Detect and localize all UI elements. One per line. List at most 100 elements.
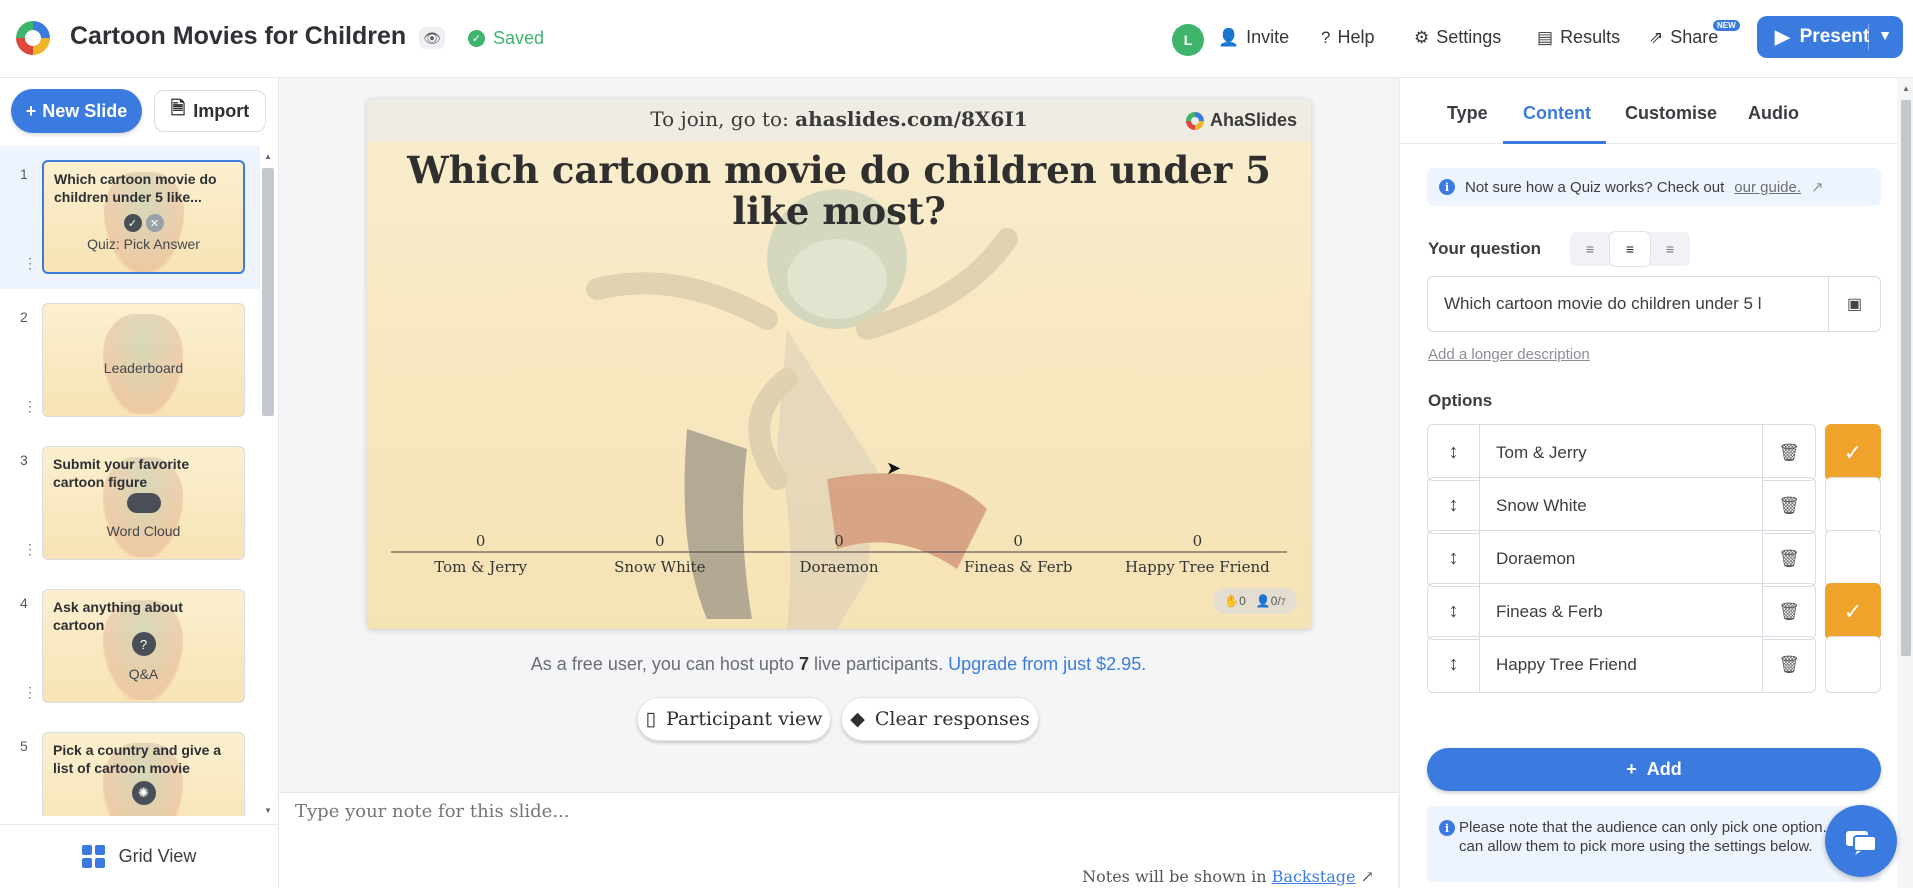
more-icon[interactable]: ⋮ bbox=[23, 685, 37, 699]
tab-content[interactable]: Content bbox=[1523, 103, 1591, 124]
option-input[interactable] bbox=[1479, 530, 1763, 587]
share-button[interactable]: ⇗ Share bbox=[1649, 27, 1718, 48]
option-input[interactable] bbox=[1479, 477, 1763, 534]
trash-icon[interactable]: 🗑 bbox=[1762, 636, 1816, 693]
tab-audio[interactable]: Audio bbox=[1748, 103, 1799, 124]
slide-item-4[interactable]: 4 ⋮ Ask anything about cartoon ? Q&A bbox=[0, 575, 260, 718]
drag-handle-icon[interactable]: ↕ bbox=[1427, 530, 1480, 587]
help-button[interactable]: ? Help bbox=[1321, 27, 1375, 48]
chart-category-label: Fineas & Ferb bbox=[964, 558, 1073, 576]
slide-thumbnail[interactable]: Leaderboard bbox=[42, 303, 245, 417]
presentation-title[interactable]: Cartoon Movies for Children bbox=[70, 22, 406, 51]
scroll-up-icon[interactable]: ▲ bbox=[1902, 84, 1910, 93]
results-bar-chart: 0 Tom & Jerry 0 Snow White 0 Doraemon 0 Fineas … bbox=[391, 532, 1287, 576]
trash-icon[interactable]: 🗑 bbox=[1762, 424, 1816, 481]
external-link-icon: ↗ bbox=[1360, 867, 1374, 886]
tab-type[interactable]: Type bbox=[1447, 103, 1488, 124]
import-button[interactable]: 🗎 Import bbox=[154, 90, 266, 132]
scroll-down-icon[interactable]: ▼ bbox=[264, 806, 272, 815]
slide-thumbnail[interactable]: Pick a country and give a list of cartoo… bbox=[42, 732, 245, 816]
guide-link[interactable]: our guide. bbox=[1734, 179, 1801, 196]
avatar[interactable]: L bbox=[1172, 24, 1204, 56]
option-input[interactable] bbox=[1479, 636, 1763, 693]
drag-handle-icon[interactable]: ↕ bbox=[1427, 636, 1480, 693]
backstage-link[interactable]: Backstage bbox=[1272, 867, 1356, 886]
results-button[interactable]: ▤ Results bbox=[1537, 27, 1620, 48]
slide-number: 5 bbox=[20, 738, 28, 754]
info-icon: i bbox=[1439, 179, 1455, 195]
settings-button[interactable]: ⚙ Settings bbox=[1414, 27, 1501, 48]
more-icon[interactable]: ⋮ bbox=[23, 399, 37, 413]
options-label: Options bbox=[1428, 391, 1493, 410]
slide-item-1[interactable]: 1 ⋮ Which cartoon movie do children unde… bbox=[0, 146, 260, 289]
more-icon[interactable]: ⋮ bbox=[23, 256, 37, 270]
correct-answer-toggle[interactable] bbox=[1825, 530, 1881, 587]
gear-icon: ⚙ bbox=[1414, 27, 1430, 47]
tab-customise[interactable]: Customise bbox=[1625, 103, 1717, 124]
clear-responses-button[interactable]: ◆ Clear responses bbox=[841, 697, 1039, 741]
correct-answer-toggle[interactable]: ✓ bbox=[1825, 424, 1881, 481]
panel-scrollbar[interactable]: ▲ bbox=[1899, 78, 1913, 888]
upgrade-link[interactable]: Upgrade from just $2.95. bbox=[948, 654, 1146, 674]
add-option-button[interactable]: + Add bbox=[1427, 748, 1881, 791]
drag-handle-icon[interactable]: ↕ bbox=[1427, 424, 1480, 481]
help-icon: ? bbox=[1321, 27, 1331, 47]
mouse-cursor-icon: ➤ bbox=[886, 458, 902, 478]
saved-status: ✓ Saved bbox=[468, 28, 544, 49]
slide-item-2[interactable]: 2 ⋮ Leaderboard bbox=[0, 289, 260, 432]
slide-number: 1 bbox=[20, 166, 28, 182]
scroll-up-icon[interactable]: ▲ bbox=[264, 152, 272, 161]
question-input[interactable] bbox=[1427, 276, 1829, 332]
free-user-note: As a free user, you can host upto 7 live… bbox=[530, 654, 1147, 674]
notes-input[interactable] bbox=[295, 801, 995, 822]
slide-item-3[interactable]: 3 ⋮ Submit your favorite cartoon figure … bbox=[0, 432, 260, 575]
eye-icon[interactable]: 👁 bbox=[419, 27, 445, 49]
correct-answer-toggle[interactable]: ✓ bbox=[1825, 583, 1881, 640]
invite-button[interactable]: 👤 Invite bbox=[1218, 27, 1289, 48]
drag-handle-icon[interactable]: ↕ bbox=[1427, 583, 1480, 640]
trash-icon[interactable]: 🗑 bbox=[1762, 583, 1816, 640]
slide-list-scrollbar[interactable]: ▲ ▼ bbox=[262, 152, 274, 816]
notes-footer: Notes will be shown in Backstage ↗ bbox=[1082, 867, 1374, 886]
option-input[interactable] bbox=[1479, 424, 1763, 481]
trash-icon[interactable]: 🗑 bbox=[1762, 477, 1816, 534]
share-label: Share bbox=[1670, 27, 1719, 47]
pick-one-note: i Please note that the audience can only… bbox=[1427, 806, 1881, 882]
slide-type: Leaderboard bbox=[103, 360, 184, 376]
align-center-icon[interactable]: ≡ bbox=[1610, 232, 1650, 266]
trash-icon[interactable]: 🗑 bbox=[1762, 530, 1816, 587]
chevron-down-icon[interactable]: ▼ bbox=[1878, 27, 1892, 43]
image-icon[interactable]: ▣ bbox=[1828, 276, 1881, 332]
chat-button[interactable] bbox=[1825, 805, 1897, 877]
add-description-link[interactable]: Add a longer description bbox=[1428, 346, 1590, 363]
slide-thumbnail[interactable]: Which cartoon movie do children under 5 … bbox=[42, 160, 245, 274]
drag-handle-icon[interactable]: ↕ bbox=[1427, 477, 1480, 534]
correct-answer-toggle[interactable] bbox=[1825, 477, 1881, 534]
slide-type: Quiz: Pick Answer bbox=[87, 236, 200, 252]
slide-item-5[interactable]: 5 ⋮ Pick a country and give a list of ca… bbox=[0, 718, 260, 816]
ahaslides-logo[interactable] bbox=[16, 21, 50, 55]
spinner-icon: ✺ bbox=[131, 781, 156, 805]
slide-type: Word Cloud bbox=[106, 523, 181, 539]
document-icon: ▤ bbox=[1537, 27, 1554, 47]
help-label: Help bbox=[1337, 27, 1375, 47]
option-row: ↕ 🗑 bbox=[1427, 636, 1881, 693]
align-right-icon[interactable]: ≡ bbox=[1650, 232, 1690, 266]
option-input[interactable] bbox=[1479, 583, 1763, 640]
slide-notes: Notes will be shown in Backstage ↗ bbox=[279, 792, 1398, 888]
participant-view-button[interactable]: ▯ Participant view bbox=[637, 697, 831, 741]
grid-view-button[interactable]: Grid View bbox=[0, 824, 278, 888]
slide-thumbnail[interactable]: Submit your favorite cartoon figure Word… bbox=[42, 446, 245, 560]
question-icon: ? bbox=[131, 632, 156, 656]
chart-value-label: 0 bbox=[1193, 532, 1203, 550]
align-left-icon[interactable]: ≡ bbox=[1570, 232, 1610, 266]
text-align-group: ≡ ≡ ≡ bbox=[1570, 232, 1690, 266]
present-button[interactable]: ▶ Present ▼ bbox=[1757, 16, 1903, 58]
more-icon[interactable]: ⋮ bbox=[23, 542, 37, 556]
cloud-icon bbox=[126, 493, 161, 513]
quiz-guide-info: i Not sure how a Quiz works? Check out o… bbox=[1427, 168, 1881, 206]
slide-canvas[interactable]: To join, go to: ahaslides.com/8X6I1 AhaS… bbox=[367, 99, 1311, 629]
slide-thumbnail[interactable]: Ask anything about cartoon ? Q&A bbox=[42, 589, 245, 703]
new-slide-button[interactable]: + New Slide bbox=[11, 89, 142, 133]
correct-answer-toggle[interactable] bbox=[1825, 636, 1881, 693]
